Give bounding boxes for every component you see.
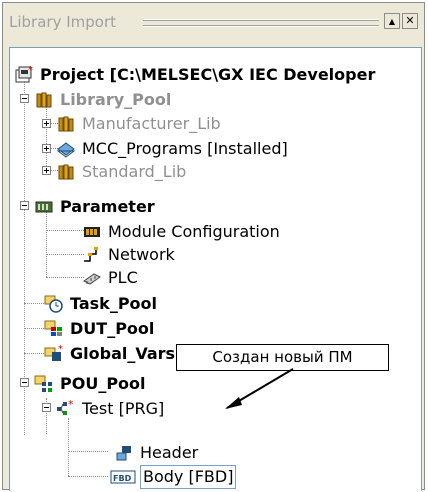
callout-arrow — [225, 368, 294, 409]
library-import-panel: Library Import ▲ ✕ * Project [C:\MELSEC\… — [2, 2, 425, 491]
